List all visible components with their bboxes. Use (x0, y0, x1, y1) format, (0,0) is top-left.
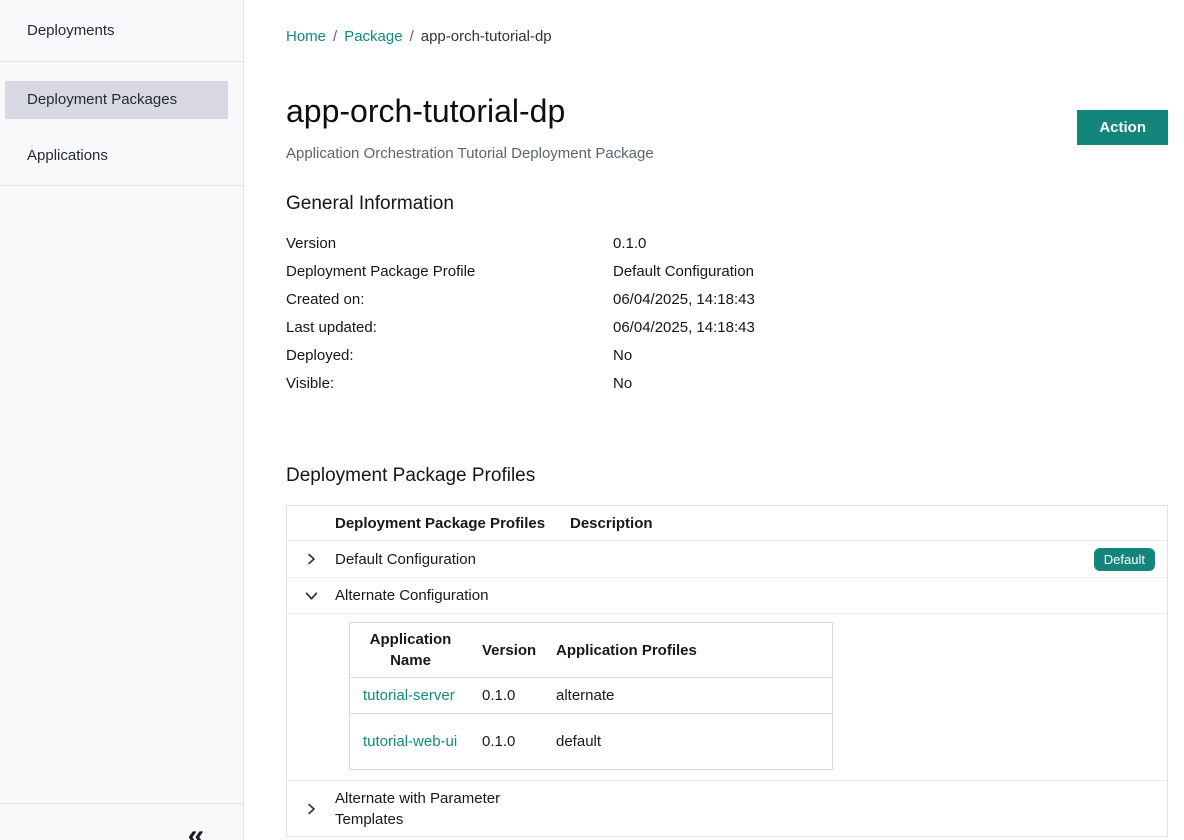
table-row-alternate-with-parameter-templates[interactable]: Alternate with Parameter Templates (287, 781, 1167, 836)
breadcrumb: Home / Package / app-orch-tutorial-dp (286, 28, 1168, 45)
page-subtitle: Application Orchestration Tutorial Deplo… (286, 145, 654, 162)
info-value: 06/04/2025, 14:18:43 (613, 314, 1168, 342)
breadcrumb-separator: / (333, 28, 337, 45)
profile-name: Alternate Configuration (335, 587, 570, 604)
expanded-row-content: Application Name Version Application Pro… (287, 614, 1167, 781)
profiles-table-header: Deployment Package Profiles Description (287, 506, 1167, 541)
breadcrumb-separator: / (410, 28, 414, 45)
application-profile: default (542, 733, 832, 750)
sidebar: Deployments Deployment Packages Applicat… (0, 0, 244, 840)
chevron-right-icon (305, 553, 317, 565)
table-row-tutorial-server: tutorial-server 0.1.0 alternate (350, 678, 832, 714)
column-header-profiles: Deployment Package Profiles (335, 515, 570, 532)
sidebar-item-deployments[interactable]: Deployments (0, 0, 243, 62)
info-label: Deployment Package Profile (286, 258, 613, 286)
general-information-heading: General Information (286, 193, 1168, 215)
profile-name: Default Configuration (335, 551, 570, 568)
collapse-chevrons-icon: « (188, 819, 205, 840)
sidebar-divider (0, 185, 243, 186)
info-value: No (613, 370, 1168, 398)
default-badge: Default (1094, 548, 1155, 571)
info-value: 06/04/2025, 14:18:43 (613, 286, 1168, 314)
expand-row-button[interactable] (301, 799, 321, 819)
profiles-table: Deployment Package Profiles Description … (286, 505, 1168, 837)
profile-name: Alternate with Parameter Templates (335, 788, 535, 830)
info-value: Default Configuration (613, 258, 1168, 286)
breadcrumb-package-link[interactable]: Package (344, 28, 402, 45)
application-version: 0.1.0 (468, 733, 542, 750)
info-label: Last updated: (286, 314, 613, 342)
column-header-application-profiles: Application Profiles (542, 642, 832, 659)
column-header-application-name: Application Name (350, 629, 468, 671)
general-information-grid: Version 0.1.0 Deployment Package Profile… (286, 230, 1168, 398)
info-value: No (613, 342, 1168, 370)
application-profile: alternate (542, 687, 832, 704)
page-header: app-orch-tutorial-dp Application Orchest… (286, 45, 1168, 162)
table-row-alternate-configuration[interactable]: Alternate Configuration (287, 578, 1167, 614)
chevron-right-icon (305, 803, 317, 815)
info-label: Visible: (286, 370, 613, 398)
applications-table-header: Application Name Version Application Pro… (350, 623, 832, 678)
column-header-version: Version (468, 642, 542, 659)
main-content: Home / Package / app-orch-tutorial-dp app-or… (244, 0, 1184, 840)
page-title: app-orch-tutorial-dp (286, 92, 654, 130)
applications-table: Application Name Version Application Pro… (349, 622, 833, 770)
sidebar-collapse-button[interactable]: « (176, 818, 216, 840)
info-value: 0.1.0 (613, 230, 1168, 258)
sidebar-item-applications[interactable]: Applications (5, 137, 228, 175)
column-header-description: Description (570, 515, 1167, 532)
collapse-row-button[interactable] (301, 585, 322, 606)
application-link-tutorial-server[interactable]: tutorial-server (363, 687, 455, 704)
application-version: 0.1.0 (468, 687, 542, 704)
application-link-tutorial-web-ui[interactable]: tutorial-web-ui (363, 733, 457, 750)
table-row-tutorial-web-ui: tutorial-web-ui 0.1.0 default (350, 714, 832, 769)
action-button[interactable]: Action (1077, 110, 1168, 145)
sidebar-bottom-divider (0, 803, 243, 804)
chevron-down-icon (305, 589, 318, 602)
info-label: Deployed: (286, 342, 613, 370)
info-label: Created on: (286, 286, 613, 314)
expand-row-button[interactable] (301, 549, 321, 569)
breadcrumb-current: app-orch-tutorial-dp (421, 28, 552, 45)
sidebar-item-deployment-packages[interactable]: Deployment Packages (5, 81, 228, 119)
info-label: Version (286, 230, 613, 258)
table-row-default-configuration[interactable]: Default Configuration Default (287, 541, 1167, 578)
breadcrumb-home-link[interactable]: Home (286, 28, 326, 45)
profiles-heading: Deployment Package Profiles (286, 465, 1168, 487)
